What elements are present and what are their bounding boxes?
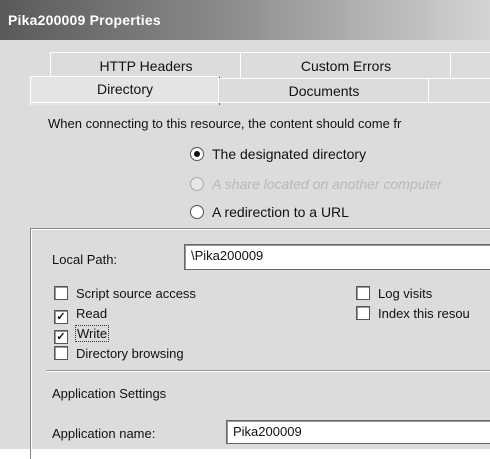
tab-partial[interactable] (450, 52, 490, 79)
checkbox-label: Read (76, 306, 108, 321)
window-title: Pika200009 Properties (8, 12, 161, 28)
application-name-label: Application name: (52, 426, 156, 441)
checkbox[interactable] (356, 306, 370, 320)
radio-label: The designated directory (212, 146, 367, 162)
checkbox-read[interactable]: ✓ Read (54, 306, 107, 324)
radio-redirection-url[interactable]: A redirection to a URL (190, 204, 349, 220)
checkbox-label: Index this resou (378, 306, 470, 321)
radio-share-location: A share located on another computer (190, 176, 442, 192)
checkbox-label: Write (74, 325, 110, 342)
checkbox-index-resource[interactable]: Index this resou (356, 306, 470, 321)
radio-designated-directory[interactable]: The designated directory (190, 146, 366, 162)
tab-directory[interactable]: Directory (30, 76, 220, 105)
checkbox[interactable]: ✓ (54, 310, 68, 324)
tab-documents[interactable]: Documents (218, 78, 430, 103)
radio-label: A redirection to a URL (212, 204, 349, 220)
local-path-label: Local Path: (52, 252, 118, 267)
radio-label: A share located on another computer (212, 176, 442, 192)
tab-custom-errors[interactable]: Custom Errors (240, 52, 452, 79)
tab-http-headers[interactable]: HTTP Headers (50, 52, 242, 79)
application-settings-heading: Application Settings (52, 386, 167, 401)
checkbox[interactable]: ✓ (54, 330, 68, 344)
checkbox-write[interactable]: ✓ Write (54, 325, 110, 344)
checkbox[interactable] (356, 286, 370, 300)
checkbox-log-visits[interactable]: Log visits (356, 286, 432, 301)
tab-partial-2[interactable] (428, 78, 490, 103)
checkbox[interactable] (54, 286, 68, 300)
radio-button (190, 177, 204, 191)
content-source-prompt: When connecting to this resource, the co… (48, 116, 402, 131)
radio-button[interactable] (190, 147, 204, 161)
local-path-field[interactable]: \Pika200009 (184, 244, 490, 270)
checkbox-label: Directory browsing (76, 346, 184, 361)
checkbox-label: Log visits (378, 286, 433, 301)
tab-panel-edge (30, 102, 490, 103)
checkbox-directory-browsing[interactable]: Directory browsing (54, 346, 184, 361)
properties-dialog: HTTP Headers Custom Errors Directory Doc… (0, 40, 490, 459)
title-bar[interactable]: Pika200009 Properties (0, 0, 490, 40)
radio-button[interactable] (190, 205, 204, 219)
application-name-field[interactable]: Pika200009 (226, 420, 490, 444)
checkbox-label: Script source access (76, 286, 196, 301)
checkbox-script-source-access[interactable]: Script source access (54, 286, 196, 301)
checkbox[interactable] (54, 346, 68, 360)
separator-highlight (46, 371, 490, 372)
